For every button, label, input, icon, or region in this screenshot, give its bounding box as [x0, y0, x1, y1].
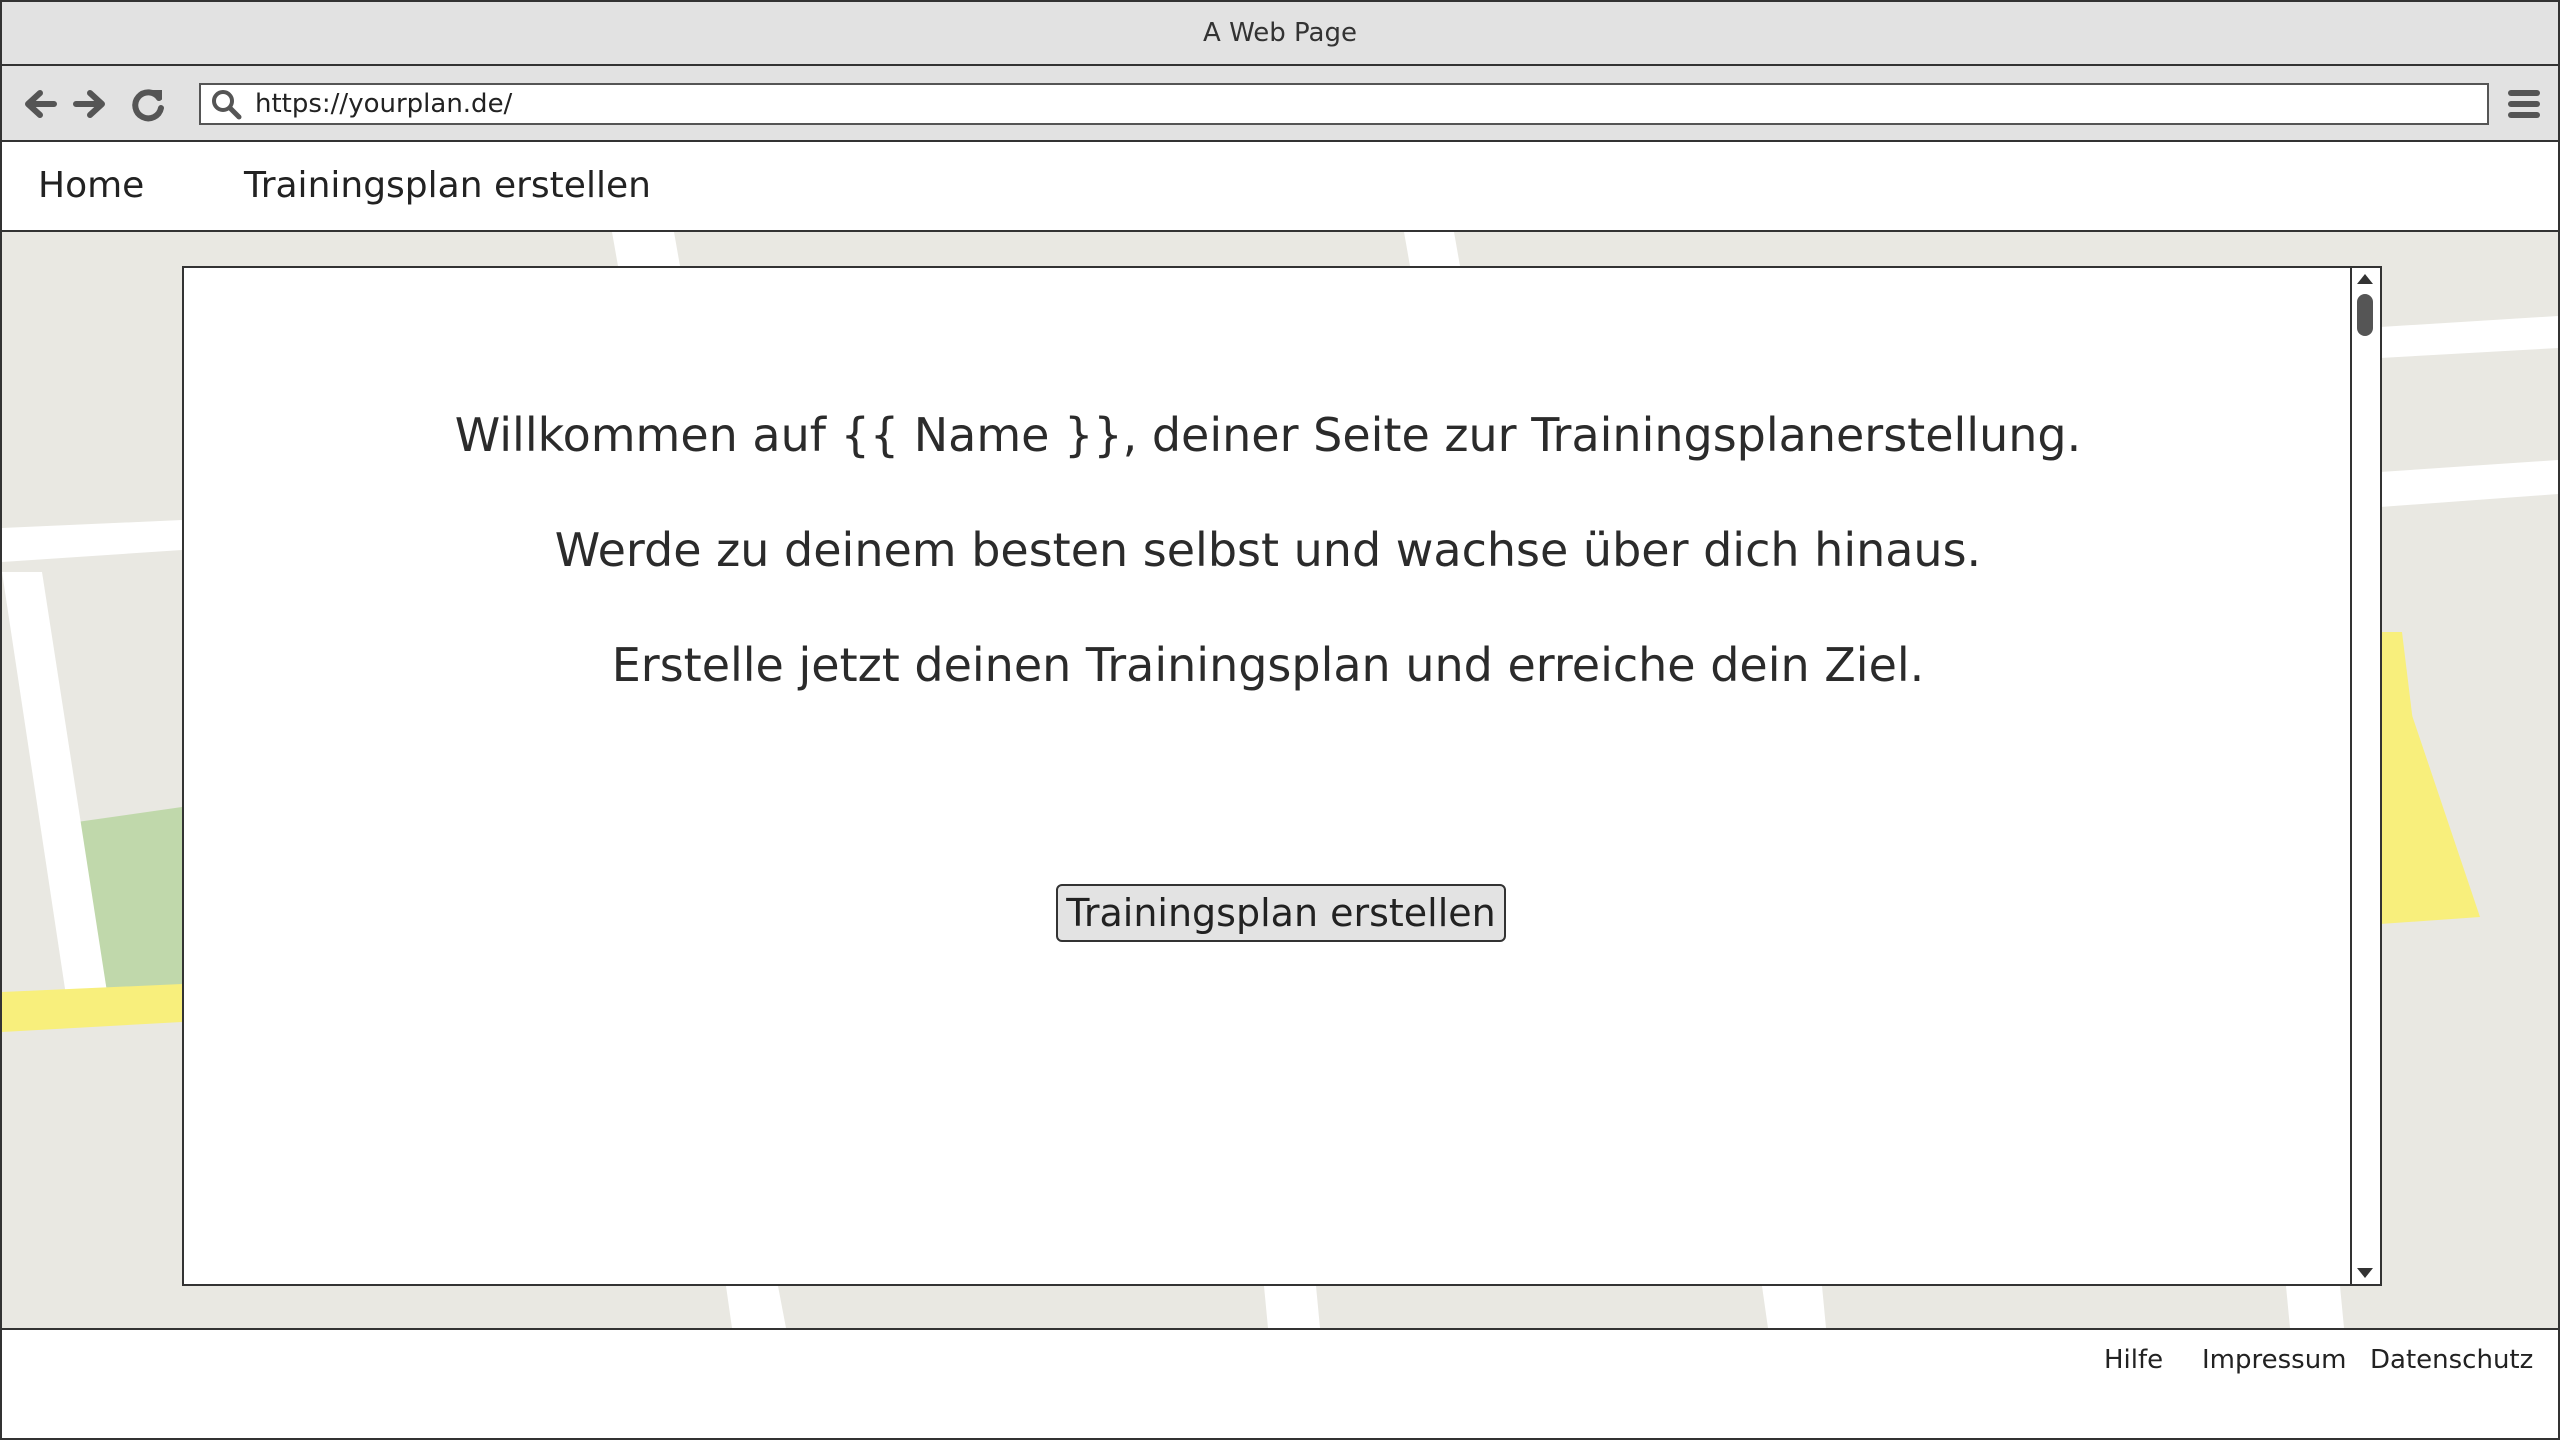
vertical-scrollbar[interactable] [2350, 268, 2380, 1284]
browser-window: A Web Page https://yourplan.de/ Home Tra… [0, 0, 2560, 1440]
footer: Hilfe Impressum Datenschutz [2, 1328, 2558, 1392]
nav-item-create-plan[interactable]: Trainingsplan erstellen [244, 142, 651, 230]
footer-link-help[interactable]: Hilfe [2104, 1330, 2163, 1390]
nav-item-home[interactable]: Home [38, 142, 144, 230]
reload-icon[interactable] [128, 84, 168, 124]
address-bar[interactable]: https://yourplan.de/ [199, 83, 2489, 125]
call-to-action-text: Erstelle jetzt deinen Trainingsplan und … [611, 638, 1925, 692]
status-bar [2, 1390, 2558, 1438]
window-title: A Web Page [2, 2, 2558, 66]
scroll-thumb[interactable] [2357, 294, 2373, 336]
footer-link-imprint[interactable]: Impressum [2202, 1330, 2347, 1390]
content-panel: Willkommen auf {{ Name }}, deiner Seite … [182, 266, 2382, 1286]
forward-arrow-icon[interactable] [70, 84, 110, 124]
search-icon [212, 90, 242, 120]
welcome-text: Willkommen auf {{ Name }}, deiner Seite … [454, 408, 2082, 462]
back-arrow-icon[interactable] [20, 84, 60, 124]
scroll-up-arrow-icon[interactable] [2357, 274, 2373, 284]
site-navigation: Home Trainingsplan erstellen [2, 142, 2558, 232]
footer-link-privacy[interactable]: Datenschutz [2370, 1330, 2533, 1390]
motivation-text: Werde zu deinem besten selbst und wachse… [554, 523, 1982, 577]
hamburger-menu-icon[interactable] [2506, 86, 2542, 122]
create-plan-button[interactable]: Trainingsplan erstellen [1056, 884, 1506, 942]
browser-toolbar: https://yourplan.de/ [2, 66, 2558, 142]
url-text: https://yourplan.de/ [255, 89, 513, 119]
scroll-down-arrow-icon[interactable] [2357, 1268, 2373, 1278]
